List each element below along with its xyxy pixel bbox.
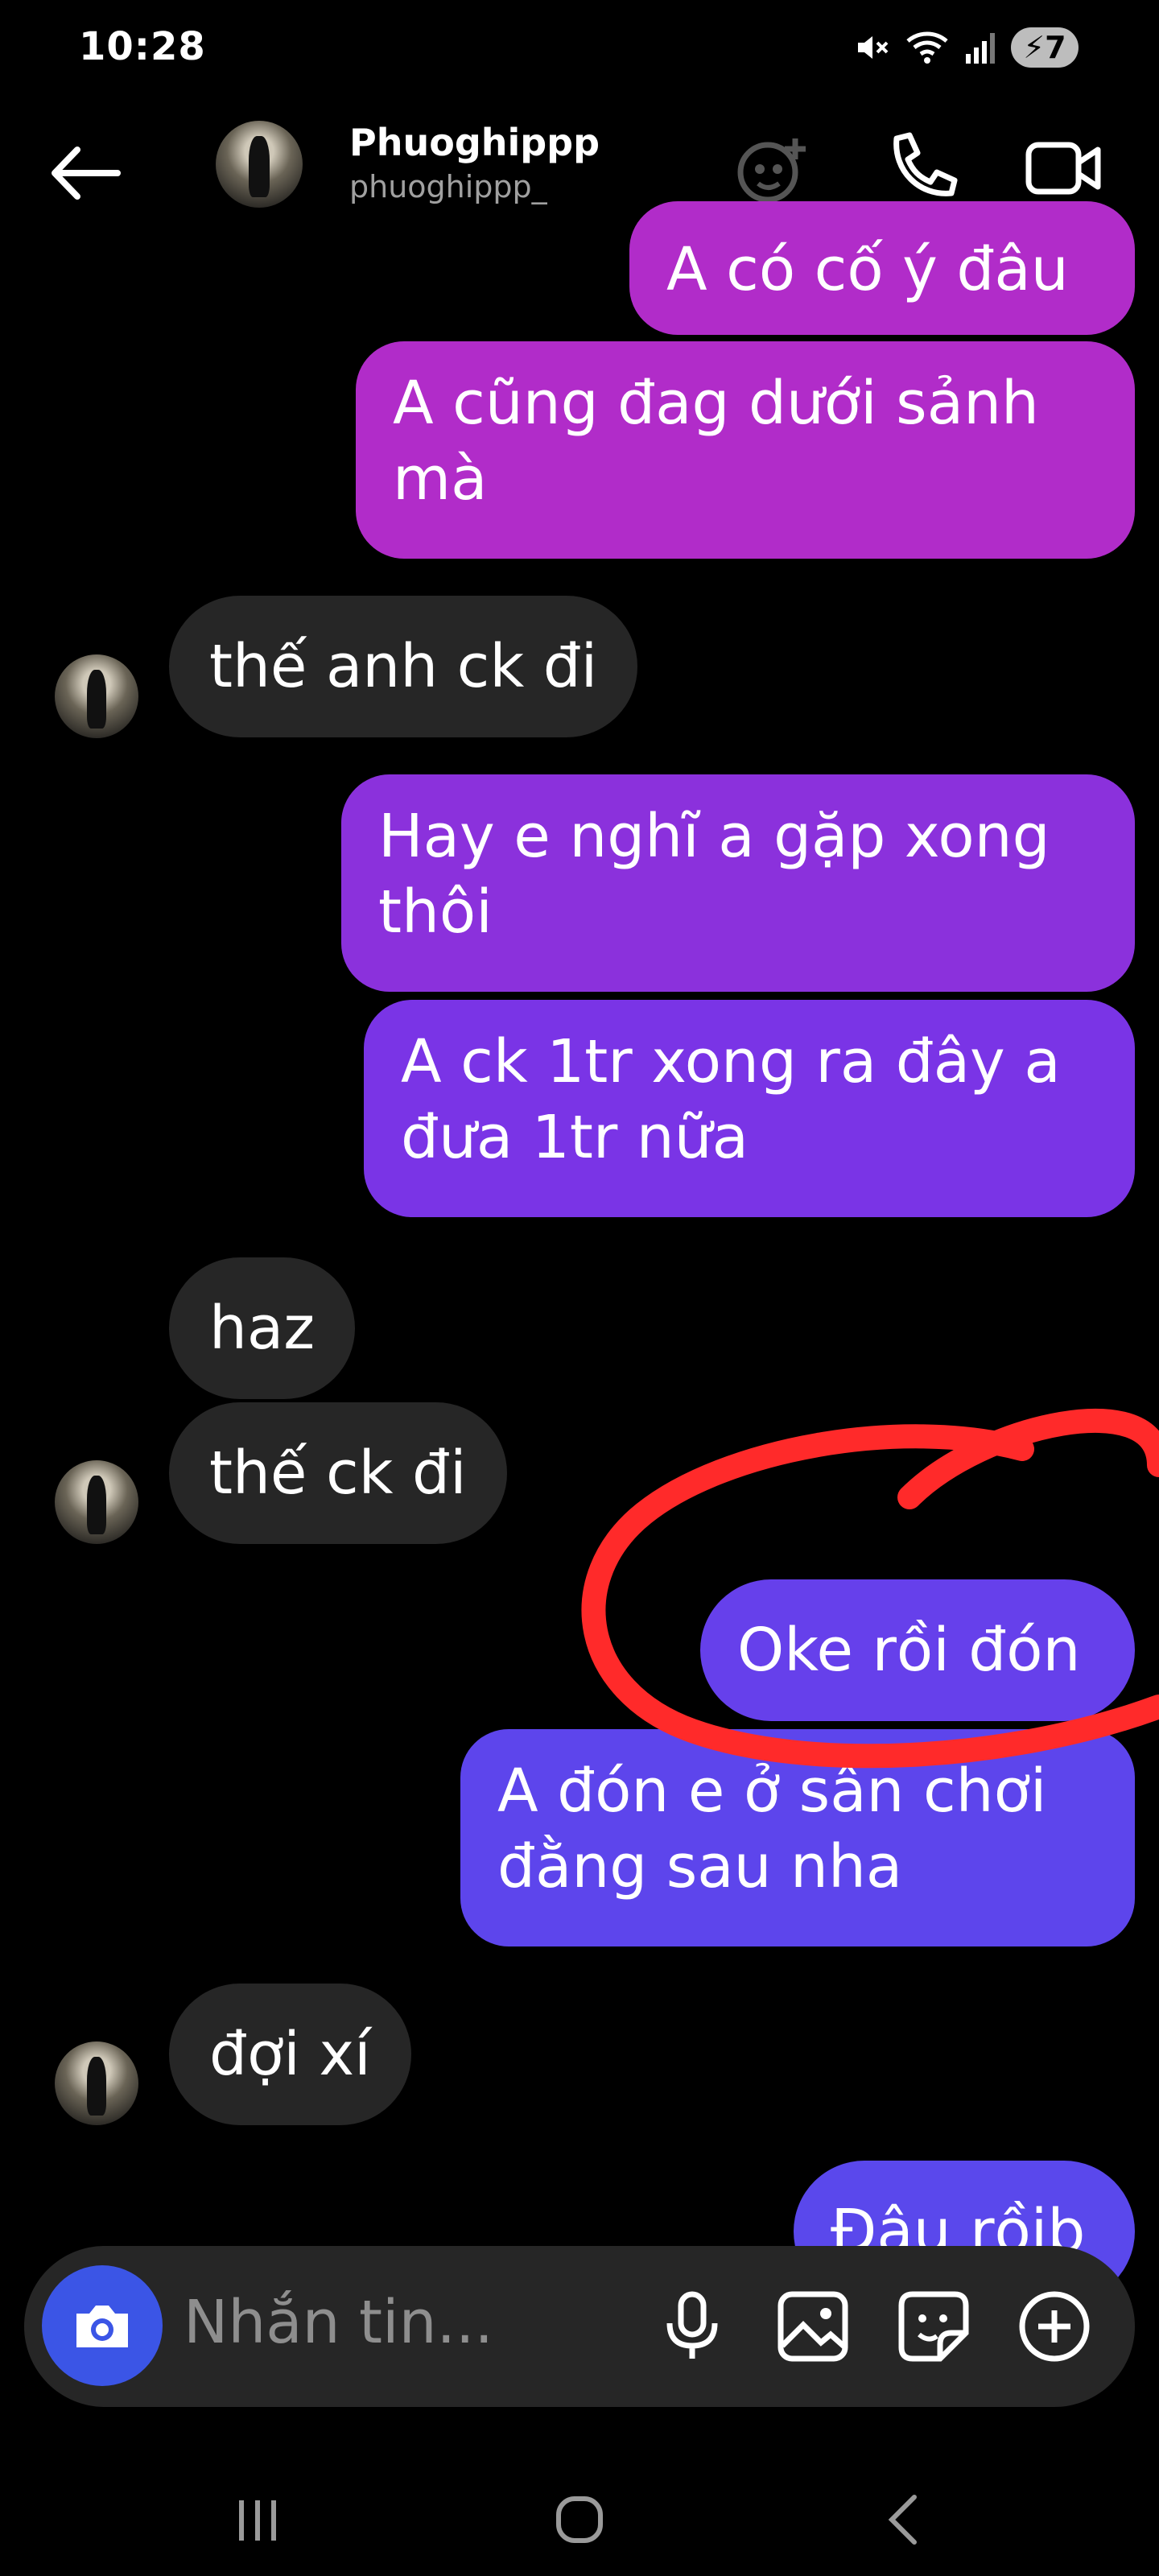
message-incoming[interactable]: đợi xí bbox=[169, 1984, 411, 2125]
recent-apps-icon[interactable] bbox=[209, 2479, 306, 2560]
avatar[interactable] bbox=[216, 121, 303, 208]
status-bar: 10:28 ⚡ 7 bbox=[0, 0, 1159, 97]
back-nav-icon[interactable] bbox=[856, 2479, 953, 2560]
message-incoming[interactable]: haz bbox=[169, 1257, 356, 1399]
camera-button[interactable] bbox=[42, 2265, 163, 2386]
message-text: A ck 1tr xong ra đây a đưa 1tr nữa bbox=[401, 1027, 1061, 1172]
system-nav-bar bbox=[0, 2463, 1159, 2576]
camera-icon bbox=[76, 2306, 128, 2347]
message-text: Hay e nghĩ a gặp xong thôi bbox=[378, 802, 1050, 947]
wifi-icon bbox=[906, 31, 948, 64]
message-text: đợi xí bbox=[209, 2020, 371, 2089]
contact-handle[interactable]: phuoghippp_ bbox=[349, 169, 547, 204]
message-outgoing[interactable]: A ck 1tr xong ra đây a đưa 1tr nữa bbox=[364, 1000, 1135, 1217]
battery-indicator: ⚡ 7 bbox=[1011, 27, 1079, 68]
battery-level: 7 bbox=[1045, 30, 1066, 65]
message-outgoing[interactable]: A có cố ý đâu bbox=[629, 201, 1135, 335]
message-outgoing[interactable]: A đón e ở sân chơi đằng sau nha bbox=[460, 1729, 1135, 1946]
message-text: Oke rồi đón bbox=[737, 1616, 1081, 1685]
message-text: thế anh ck đi bbox=[209, 632, 598, 701]
message-outgoing[interactable]: Hay e nghĩ a gặp xong thôi bbox=[341, 774, 1135, 992]
home-icon[interactable] bbox=[531, 2479, 628, 2560]
status-time: 10:28 bbox=[79, 24, 206, 69]
back-arrow-icon[interactable] bbox=[45, 137, 126, 209]
add-friend-icon[interactable] bbox=[732, 127, 813, 208]
message-outgoing[interactable]: A cũng đag dưới sảnh mà bbox=[356, 341, 1135, 559]
contact-name[interactable]: Phuoghippp bbox=[349, 121, 600, 164]
avatar[interactable] bbox=[55, 2041, 138, 2125]
plus-circle-icon[interactable] bbox=[1014, 2286, 1095, 2367]
avatar[interactable] bbox=[55, 1460, 138, 1544]
video-icon[interactable] bbox=[1024, 127, 1104, 208]
mic-icon[interactable] bbox=[652, 2286, 732, 2367]
avatar[interactable] bbox=[55, 654, 138, 738]
mute-icon bbox=[858, 36, 889, 59]
gallery-icon[interactable] bbox=[773, 2286, 853, 2367]
status-icons: ⚡ 7 bbox=[853, 23, 1079, 72]
message-text: thế ck đi bbox=[209, 1439, 467, 1508]
message-text: A đón e ở sân chơi đằng sau nha bbox=[497, 1757, 1047, 1901]
message-text: A cũng đag dưới sảnh mà bbox=[393, 369, 1039, 514]
message-text: A có cố ý đâu bbox=[666, 235, 1069, 304]
sticker-icon[interactable] bbox=[893, 2286, 974, 2367]
message-composer: Nhắn tin... bbox=[24, 2246, 1135, 2407]
message-incoming[interactable]: thế anh ck đi bbox=[169, 596, 638, 737]
message-text: haz bbox=[209, 1294, 316, 1363]
message-incoming[interactable]: thế ck đi bbox=[169, 1402, 507, 1544]
message-input[interactable]: Nhắn tin... bbox=[184, 2288, 493, 2357]
signal-icon bbox=[966, 33, 995, 64]
phone-icon[interactable] bbox=[879, 127, 959, 208]
message-outgoing[interactable]: Oke rồi đón bbox=[700, 1579, 1135, 1721]
